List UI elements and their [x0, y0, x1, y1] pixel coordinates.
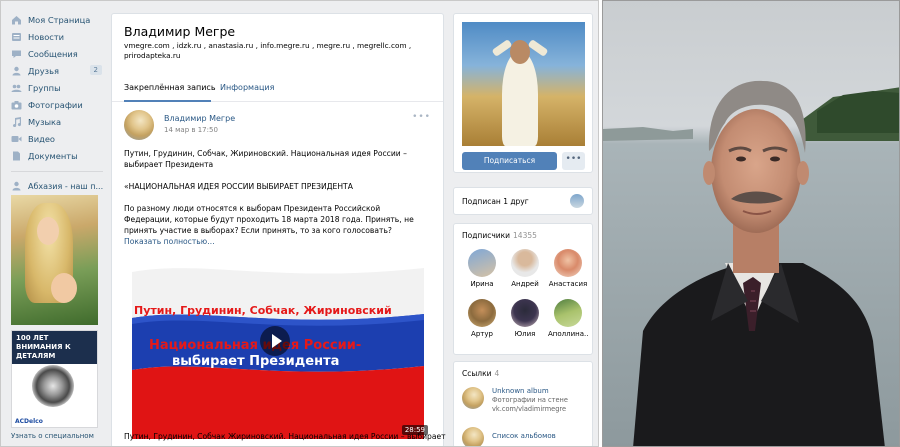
- vk-profile-screenshot: Моя Страница Новости Сообщения Друзья 2 …: [0, 0, 599, 447]
- profile-sites[interactable]: vmegre.com , idzk.ru , anastasia.ru , in…: [124, 41, 414, 61]
- subscribers-card: Подписчики 14355 Ирина Андрей Анастасия А…: [453, 223, 593, 355]
- subscriber-item[interactable]: Анастасия: [548, 249, 588, 288]
- tab-info[interactable]: Информация: [220, 83, 274, 92]
- ad-headline: 100 ЛЕТ ВНИМАНИЯ К ДЕТАЛЯМ: [12, 331, 97, 364]
- profile-tabs: Закреплённая запись Информация: [112, 78, 443, 102]
- friends-icon: [11, 66, 22, 76]
- nav-item-music[interactable]: Музыка: [11, 113, 106, 130]
- subscribers-title[interactable]: Подписчики 14355: [462, 231, 537, 240]
- show-more-link[interactable]: Показать полностью…: [124, 236, 429, 247]
- subscriber-item[interactable]: Юлия: [505, 299, 545, 338]
- nav-label: Музыка: [28, 116, 62, 127]
- tab-pinned-post[interactable]: Закреплённая запись: [124, 83, 216, 92]
- video-caption[interactable]: Путин, Грудинин, Собчак Жириновский. Нац…: [124, 432, 446, 441]
- messages-icon: [11, 49, 22, 59]
- link-title[interactable]: Unknown album: [492, 387, 549, 395]
- avatar: [468, 249, 496, 277]
- post-author-name[interactable]: Владимир Мегре: [164, 114, 235, 123]
- nav-label: Новости: [28, 31, 65, 42]
- video-player[interactable]: Путин, Грудинин, Собчак, Жириновский Нац…: [124, 254, 432, 439]
- links-card: Ссылки 4 Unknown album Фотографии на стен…: [453, 361, 593, 446]
- subscriber-item[interactable]: Андрей: [505, 249, 545, 288]
- post-paragraph: «НАЦИОНАЛЬНАЯ ИДЕЯ РОССИИ ВЫБИРАЕТ ПРЕЗИ…: [124, 182, 353, 191]
- nav-label: Видео: [28, 133, 56, 144]
- nav-item-news[interactable]: Новости: [11, 28, 106, 45]
- link-subtitle: Фотографии на стене vk.com/vladimirmegre: [492, 396, 568, 413]
- ad-banner-acdelco[interactable]: 100 ЛЕТ ВНИМАНИЯ К ДЕТАЛЯМ ACDelco: [11, 330, 98, 428]
- nav-item-groups[interactable]: Группы: [11, 79, 106, 96]
- avatar: [468, 299, 496, 327]
- brake-disc-image: [32, 365, 74, 407]
- nav-item-messages[interactable]: Сообщения: [11, 45, 106, 62]
- nav-label: Документы: [28, 150, 78, 161]
- profile-photo[interactable]: [462, 22, 585, 146]
- mutual-friends-text: Подписан 1 друг: [462, 197, 529, 206]
- nav-item-friends[interactable]: Друзья 2: [11, 62, 106, 79]
- portrait-image: [603, 1, 899, 446]
- portrait-photo: [602, 0, 900, 447]
- post-author-avatar[interactable]: [124, 110, 154, 140]
- more-actions-button[interactable]: •••: [562, 152, 585, 170]
- ad-footer-link[interactable]: Узнать о специальном: [11, 432, 106, 440]
- document-icon: [11, 151, 22, 161]
- nav-item-photos[interactable]: Фотографии: [11, 96, 106, 113]
- profile-card: Владимир Мегре vmegre.com , idzk.ru , an…: [111, 13, 446, 446]
- news-icon: [11, 32, 22, 42]
- ad-image-mother-child[interactable]: [11, 195, 98, 325]
- subscribe-button[interactable]: Подписаться: [462, 152, 557, 170]
- nav-label: Сообщения: [28, 48, 78, 59]
- camera-icon: [11, 100, 22, 110]
- nav-item-video[interactable]: Видео: [11, 130, 106, 147]
- play-icon[interactable]: [260, 326, 290, 356]
- post-paragraph: По разному люди относятся к выборам През…: [124, 204, 414, 235]
- profile-name: Владимир Мегре: [124, 24, 236, 39]
- post-more-icon[interactable]: •••: [412, 112, 431, 122]
- subscriber-item[interactable]: Артур: [462, 299, 502, 338]
- nav-label: Группы: [28, 82, 61, 93]
- post-paragraph: Путин, Грудинин, Собчак, Жириновский. На…: [124, 149, 407, 169]
- friend-avatar[interactable]: [570, 194, 584, 208]
- video-title-line3: выбирает Президента: [172, 354, 340, 369]
- nav-label: Друзья: [28, 65, 59, 76]
- video-title-line2: Национальная идея России-: [149, 338, 362, 353]
- home-icon: [11, 15, 22, 25]
- subscriber-item[interactable]: Аполлина...: [548, 299, 588, 338]
- ad-brand: ACDelco: [15, 418, 43, 425]
- left-nav: Моя Страница Новости Сообщения Друзья 2 …: [11, 11, 106, 440]
- nav-label: Моя Страница: [28, 14, 91, 25]
- avatar-card: Подписаться •••: [453, 13, 593, 173]
- music-icon: [11, 116, 22, 127]
- nav-divider: [11, 171, 103, 172]
- mutual-friends-card[interactable]: Подписан 1 друг: [453, 187, 593, 215]
- nav-item-documents[interactable]: Документы: [11, 147, 106, 164]
- groups-icon: [11, 83, 22, 93]
- links-title[interactable]: Ссылки 4: [462, 369, 499, 378]
- subscribers-count: 14355: [513, 231, 537, 240]
- active-tab-indicator: [124, 100, 211, 102]
- post-date[interactable]: 14 мар в 17:50: [164, 126, 218, 134]
- post-text: Путин, Грудинин, Собчак, Жириновский. На…: [124, 148, 429, 247]
- avatar: [511, 249, 539, 277]
- avatar: [511, 299, 539, 327]
- links-count: 4: [494, 369, 500, 378]
- video-title-line1: Путин, Грудинин, Собчак, Жириновский: [134, 304, 392, 317]
- avatar: [554, 299, 582, 327]
- friends-count-badge: 2: [89, 65, 102, 75]
- video-icon: [11, 134, 22, 144]
- friends-icon: [11, 181, 22, 191]
- link-thumbnail: [462, 427, 484, 446]
- link-title[interactable]: Список альбомов: [492, 432, 556, 440]
- nav-item-my-page[interactable]: Моя Страница: [11, 11, 106, 28]
- link-thumbnail: [462, 387, 484, 409]
- nav-label: Фотографии: [28, 99, 83, 110]
- subscriber-item[interactable]: Ирина: [462, 249, 502, 288]
- ad-title[interactable]: Абхазия - наш п...: [11, 179, 106, 193]
- avatar: [554, 249, 582, 277]
